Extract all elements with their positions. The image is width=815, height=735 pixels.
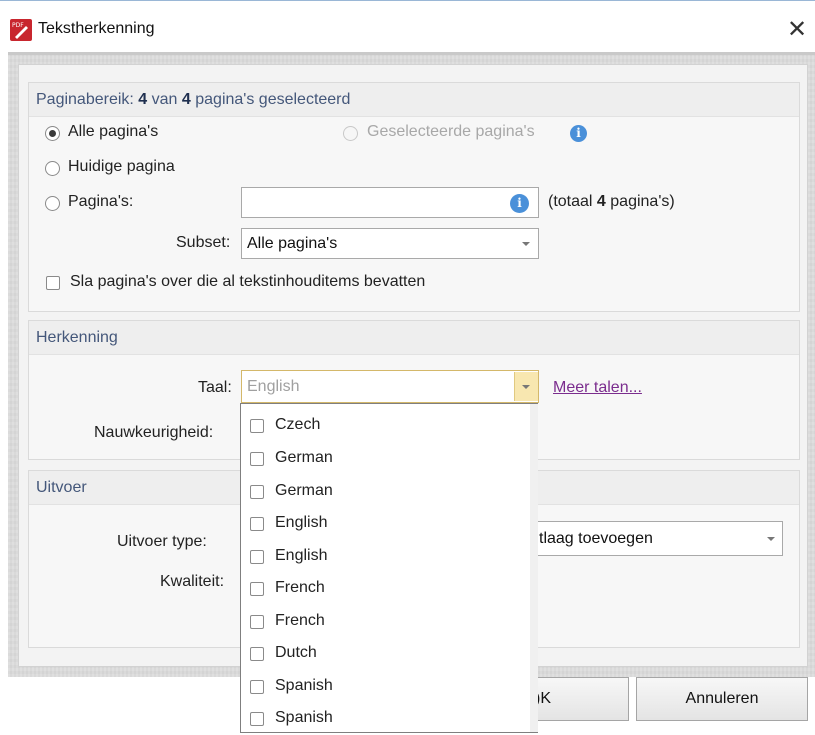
language-option[interactable]: Spanish xyxy=(241,703,531,735)
language-checkbox[interactable] xyxy=(250,680,264,694)
language-select[interactable]: English xyxy=(241,370,539,403)
language-value: English xyxy=(247,378,300,395)
language-option-label: German xyxy=(275,449,333,466)
skip-pages-label: Sla pagina's over die al tekstinhouditem… xyxy=(70,273,426,290)
recognition-header: Herkenning xyxy=(29,321,799,355)
radio-current-page[interactable] xyxy=(45,161,60,176)
chevron-down-icon xyxy=(522,242,530,246)
language-label: Taal: xyxy=(198,379,232,396)
language-option[interactable]: English xyxy=(241,541,531,573)
language-checkbox[interactable] xyxy=(250,517,264,531)
radio-pages-label: Pagina's: xyxy=(68,193,134,210)
page-range-prefix: Paginabereik: xyxy=(36,91,139,108)
language-checkbox[interactable] xyxy=(250,712,264,726)
output-type-value: tlaag toevoegen xyxy=(539,530,653,547)
subset-label: Subset: xyxy=(176,234,231,251)
language-option[interactable]: German xyxy=(241,476,531,508)
language-checkbox[interactable] xyxy=(250,485,264,499)
language-option[interactable]: English xyxy=(241,508,531,540)
language-option[interactable]: Dutch xyxy=(241,638,531,670)
subset-select[interactable]: Alle pagina's xyxy=(241,228,539,259)
window-title: Tekstherkenning xyxy=(38,20,155,37)
language-dropdown-list: Czech German German English English Fren… xyxy=(240,403,538,733)
language-checkbox[interactable] xyxy=(250,452,264,466)
cancel-button[interactable]: Annuleren xyxy=(636,677,808,721)
radio-selected-pages-label: Geselecteerde pagina's xyxy=(367,123,535,140)
radio-pages[interactable] xyxy=(45,196,60,211)
subset-value: Alle pagina's xyxy=(247,235,338,252)
pages-input[interactable] xyxy=(241,187,539,218)
total-pages-text: (totaal 4 pagina's) xyxy=(548,193,675,211)
page-range-header: Paginabereik: 4 van 4 pagina's geselecte… xyxy=(29,83,799,117)
language-option[interactable]: French xyxy=(241,606,531,638)
chevron-down-icon xyxy=(522,385,530,389)
svg-text:PDF: PDF xyxy=(12,22,24,29)
language-option-label: Dutch xyxy=(275,644,317,661)
skip-pages-checkbox[interactable] xyxy=(46,276,60,290)
close-icon[interactable]: ✕ xyxy=(780,12,814,46)
language-checkbox[interactable] xyxy=(250,550,264,564)
page-range-mid: van xyxy=(147,91,182,108)
radio-current-page-label: Huidige pagina xyxy=(68,158,175,175)
chevron-down-icon xyxy=(767,537,775,541)
language-option-label: Czech xyxy=(275,416,321,433)
pdf-app-icon: PDF xyxy=(10,19,32,41)
selected-count: 4 xyxy=(138,91,148,108)
language-option[interactable]: French xyxy=(241,573,531,605)
total-prefix: (totaal xyxy=(548,193,597,210)
output-type-label: Uitvoer type: xyxy=(117,533,207,550)
language-checkbox[interactable] xyxy=(250,419,264,433)
radio-selected-pages[interactable] xyxy=(343,126,358,141)
language-option-label: French xyxy=(275,579,325,596)
page-range-suffix: pagina's geselecteerd xyxy=(190,91,351,108)
language-checkbox[interactable] xyxy=(250,615,264,629)
language-option-label: Spanish xyxy=(275,677,333,694)
info-icon[interactable]: i xyxy=(570,125,587,142)
radio-all-pages[interactable] xyxy=(45,126,60,141)
language-option-label: English xyxy=(275,547,328,564)
output-type-select[interactable]: tlaag toevoegen xyxy=(528,521,783,556)
quality-label: Kwaliteit: xyxy=(160,573,225,590)
language-option-label: English xyxy=(275,514,328,531)
language-option[interactable]: German xyxy=(241,443,531,475)
radio-all-pages-label: Alle pagina's xyxy=(68,123,159,140)
language-dropdown-button[interactable] xyxy=(514,372,538,401)
more-languages-link[interactable]: Meer talen... xyxy=(553,379,642,397)
language-option-label: Spanish xyxy=(275,709,333,726)
total-value: 4 xyxy=(596,193,606,210)
info-icon[interactable]: i xyxy=(510,194,529,213)
language-checkbox[interactable] xyxy=(250,582,264,596)
total-suffix: pagina's) xyxy=(605,193,675,210)
total-count: 4 xyxy=(181,91,191,108)
language-option-label: French xyxy=(275,612,325,629)
language-list-scrollbar[interactable] xyxy=(530,404,538,732)
language-option[interactable]: Spanish xyxy=(241,671,531,703)
language-option[interactable]: Czech xyxy=(241,410,531,442)
language-option-label: German xyxy=(275,482,333,499)
language-checkbox[interactable] xyxy=(250,647,264,661)
accuracy-label: Nauwkeurigheid: xyxy=(94,424,214,441)
